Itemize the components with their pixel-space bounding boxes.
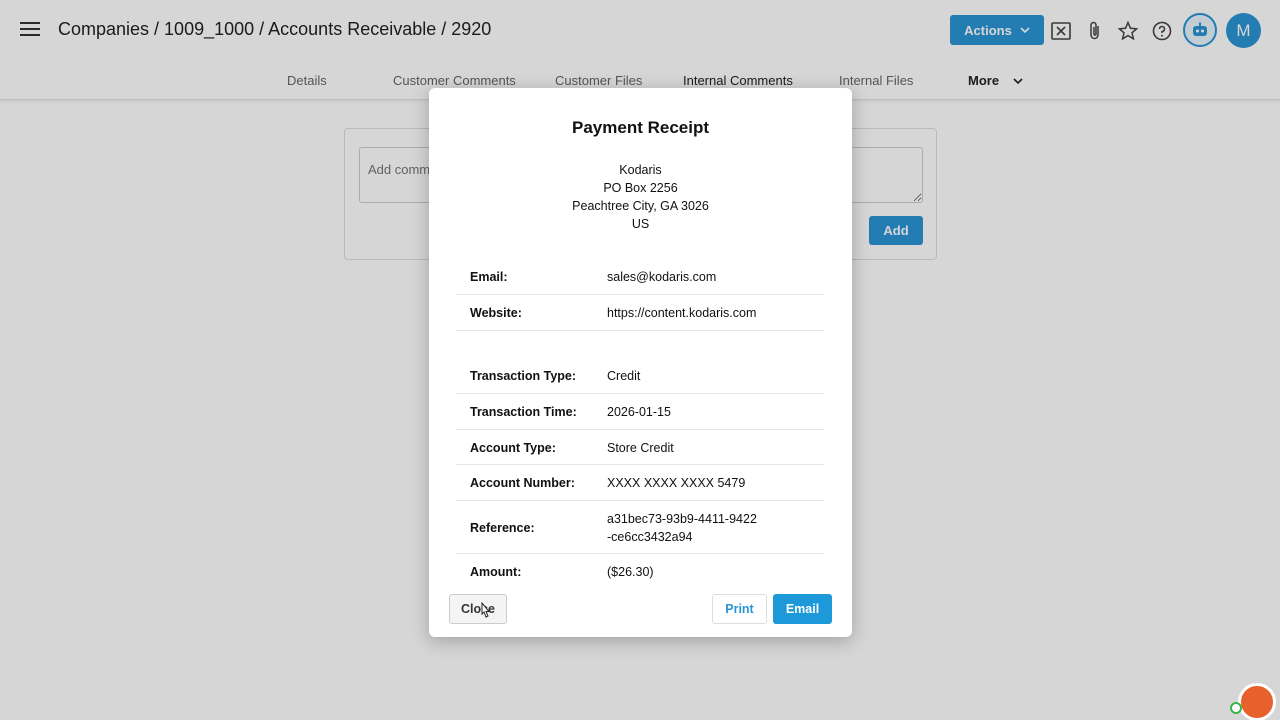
row-label: Reference:	[470, 521, 535, 535]
row-label: Transaction Time:	[470, 405, 577, 419]
email-button[interactable]: Email	[773, 594, 832, 624]
address-line: PO Box 2256	[603, 181, 678, 195]
print-button[interactable]: Print	[712, 594, 767, 624]
address-line: Kodaris	[619, 163, 662, 177]
address-line: Peachtree City, GA 3026	[572, 199, 709, 213]
support-chat-icon[interactable]	[1238, 683, 1276, 720]
payment-receipt-modal: Payment Receipt Kodaris PO Box 2256 Peac…	[429, 88, 852, 637]
row-label: Transaction Type:	[470, 369, 577, 383]
receipt-row-account-type: Account Type: Store Credit	[456, 430, 824, 465]
row-label: Account Number:	[470, 476, 575, 490]
row-label: Account Type:	[470, 441, 556, 455]
receipt-row-email: Email: sales@kodaris.com	[456, 258, 824, 295]
row-value: a31bec73-93b9-4411-9422-ce6cc3432a94	[607, 512, 757, 544]
row-value: sales@kodaris.com	[607, 270, 717, 284]
online-status-icon	[1230, 702, 1242, 714]
company-address: Kodaris PO Box 2256 Peachtree City, GA 3…	[429, 161, 852, 233]
address-line: US	[631, 217, 650, 231]
modal-title: Payment Receipt	[572, 118, 709, 137]
row-value: XXXX XXXX XXXX 5479	[607, 476, 746, 490]
receipt-rows: Email: sales@kodaris.com Website: https:…	[456, 258, 824, 590]
mouse-pointer-icon	[481, 602, 491, 618]
row-value: Credit	[607, 369, 641, 383]
receipt-row-transaction-time: Transaction Time: 2026-01-15	[456, 394, 824, 430]
row-value: Store Credit	[607, 441, 674, 455]
row-value: https://content.kodaris.com	[607, 306, 757, 320]
receipt-row-website: Website: https://content.kodaris.com	[456, 295, 824, 331]
row-label: Amount:	[470, 565, 522, 579]
receipt-row-amount: Amount: ($26.30)	[456, 554, 824, 590]
row-label: Website:	[470, 306, 522, 320]
receipt-row-reference: Reference: a31bec73-93b9-4411-9422-ce6cc…	[456, 501, 824, 554]
row-label: Email:	[470, 270, 508, 284]
receipt-row-transaction-type: Transaction Type: Credit	[456, 358, 824, 394]
row-value: 2026-01-15	[607, 405, 671, 419]
receipt-row-account-number: Account Number: XXXX XXXX XXXX 5479	[456, 465, 824, 501]
row-value: ($26.30)	[607, 565, 654, 579]
